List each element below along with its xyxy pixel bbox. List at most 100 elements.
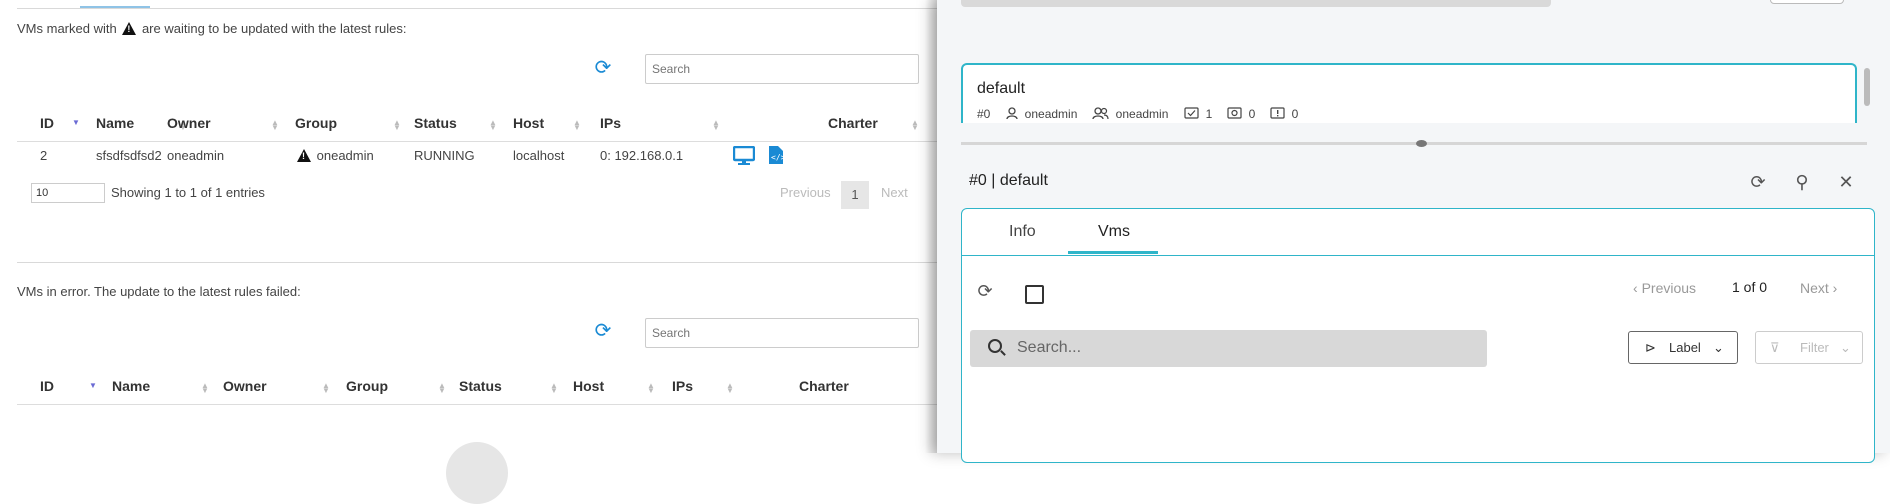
next-button[interactable]: Next › <box>1800 280 1837 296</box>
col-name[interactable]: Name <box>112 378 150 394</box>
sort-icon[interactable]: ▲ ▼ <box>393 119 401 132</box>
warning-icon <box>122 22 137 35</box>
group-icon <box>1092 107 1109 120</box>
col-ips[interactable]: IPs <box>672 378 693 394</box>
top-divider <box>17 8 937 9</box>
col-charter[interactable]: Charter <box>799 378 849 394</box>
section-divider <box>17 262 937 263</box>
top-scroll-bar <box>961 0 1551 7</box>
search-input[interactable] <box>645 54 919 84</box>
waiting-note: VMs marked with are waiting to be update… <box>17 21 406 36</box>
col-charter[interactable]: Charter <box>828 115 878 131</box>
tab-vms[interactable]: Vms <box>1098 223 1130 241</box>
sort-icon[interactable]: ▲ ▼ <box>712 119 720 132</box>
previous-link[interactable]: Previous <box>780 185 831 200</box>
card-vms-count: 1 <box>1184 107 1212 121</box>
security-group-panel: default #0 oneadmin oneadmin 1 0 0 #0 | … <box>937 0 1890 463</box>
col-status[interactable]: Status <box>459 378 502 394</box>
check-box-icon <box>1184 107 1199 119</box>
sort-icon[interactable]: ▲ ▼ <box>647 382 655 395</box>
label-button[interactable]: ⊳ Label ⌄ <box>1628 331 1738 364</box>
sort-icon[interactable]: ▲ ▼ <box>911 119 919 132</box>
previous-label: Previous <box>1641 280 1697 296</box>
previous-button[interactable]: ‹ Previous <box>1633 280 1696 296</box>
waiting-note-text-2: are waiting to be updated with the lates… <box>141 21 407 36</box>
table-row[interactable]: 2 sfsdfsdfsd2 oneadmin oneadmin RUNNING … <box>17 142 937 172</box>
page-length-select[interactable]: 10 <box>31 183 105 203</box>
active-tab-indicator <box>1068 251 1158 254</box>
col-id[interactable]: ID <box>40 115 54 131</box>
cell-host: localhost <box>513 148 565 163</box>
select-all-checkbox[interactable] <box>1025 285 1044 304</box>
sort-icon[interactable]: ▲ ▼ <box>438 382 446 395</box>
card-error-count: 0 <box>1270 107 1298 121</box>
count-updated: 0 <box>1248 107 1256 121</box>
col-status[interactable]: Status <box>414 115 457 131</box>
error-box-icon <box>1270 107 1285 119</box>
refresh-icon[interactable]: ⟳ <box>1748 172 1768 192</box>
col-host[interactable]: Host <box>573 378 604 394</box>
card-title: default <box>977 80 1026 97</box>
sort-icon[interactable]: ▲ ▼ <box>726 382 734 395</box>
col-owner[interactable]: Owner <box>223 378 267 394</box>
col-host[interactable]: Host <box>513 115 544 131</box>
label-button-text: Label <box>1669 340 1701 355</box>
cell-name: sfsdfsdfsd2 <box>96 148 162 163</box>
list-scrollbar[interactable] <box>1864 68 1870 106</box>
svg-text:</>: </> <box>771 153 784 162</box>
sort-icon[interactable]: ▲ ▼ <box>550 382 558 395</box>
sort-icon[interactable]: ▲ ▼ <box>322 382 330 395</box>
search-detail-icon[interactable]: ⚲ <box>1792 172 1812 192</box>
card-group: oneadmin <box>1092 107 1168 121</box>
col-group[interactable]: Group <box>346 378 388 394</box>
vnc-monitor-icon[interactable] <box>733 146 755 166</box>
refresh-icon[interactable]: ⟳ <box>593 58 613 78</box>
card-owner: oneadmin <box>1006 107 1077 121</box>
count-error: 0 <box>1291 107 1299 121</box>
close-icon[interactable]: ✕ <box>1836 172 1856 192</box>
page-count: 1 of 0 <box>1732 279 1768 295</box>
refresh-icon[interactable]: ⟳ <box>593 321 613 341</box>
cell-status: RUNNING <box>414 148 475 163</box>
resize-divider[interactable] <box>961 142 1867 145</box>
cell-owner: oneadmin <box>167 148 225 163</box>
page-number-button[interactable]: 1 <box>841 181 869 209</box>
sort-desc-icon[interactable]: ▼ <box>72 119 80 127</box>
sort-desc-icon[interactable]: ▼ <box>89 382 97 390</box>
detail-tabs: Info Vms ⟳ ‹ Previous 1 of 0 Next › Sear… <box>961 208 1875 463</box>
vms-search-input[interactable]: Search... <box>970 330 1487 367</box>
col-id[interactable]: ID <box>40 378 54 394</box>
cell-group: oneadmin <box>295 148 374 163</box>
sort-icon[interactable]: ▲ ▼ <box>489 119 497 132</box>
user-icon <box>1006 107 1018 120</box>
search-input-error[interactable] <box>645 318 919 348</box>
col-owner[interactable]: Owner <box>167 115 211 131</box>
error-note: VMs in error. The update to the latest r… <box>17 284 301 299</box>
vms-search-placeholder: Search... <box>1017 339 1082 356</box>
tab-info[interactable]: Info <box>1009 223 1036 241</box>
cell-group-text: oneadmin <box>316 148 374 163</box>
refresh-icon[interactable]: ⟳ <box>974 280 996 302</box>
sort-icon[interactable]: ▲ ▼ <box>573 119 581 132</box>
filter-icon: ⊽ <box>1770 340 1780 355</box>
loading-circle <box>446 442 508 504</box>
col-group[interactable]: Group <box>295 115 337 131</box>
col-ips[interactable]: IPs <box>600 115 621 131</box>
detail-title: #0 | default <box>969 172 1048 189</box>
top-button[interactable] <box>1770 0 1844 4</box>
card-id: #0 <box>977 107 991 121</box>
sort-icon[interactable]: ▲ ▼ <box>271 119 279 132</box>
filter-button[interactable]: ⊽ Filter ⌄ <box>1755 331 1863 364</box>
cell-id: 2 <box>40 148 48 163</box>
search-icon <box>988 339 1002 353</box>
showing-info: Showing 1 to 1 of 1 entries <box>111 185 265 200</box>
security-group-card[interactable]: default #0 oneadmin oneadmin 1 0 0 <box>961 63 1857 123</box>
cell-ips: 0: 192.168.0.1 <box>600 148 684 163</box>
resize-handle[interactable] <box>1416 140 1427 147</box>
code-file-icon[interactable]: </> <box>768 145 784 165</box>
sort-icon[interactable]: ▲ ▼ <box>201 382 209 395</box>
next-link[interactable]: Next <box>881 185 908 200</box>
card-meta: #0 <box>977 107 990 121</box>
col-name[interactable]: Name <box>96 115 134 131</box>
tab-bar: Info Vms <box>962 209 1874 256</box>
